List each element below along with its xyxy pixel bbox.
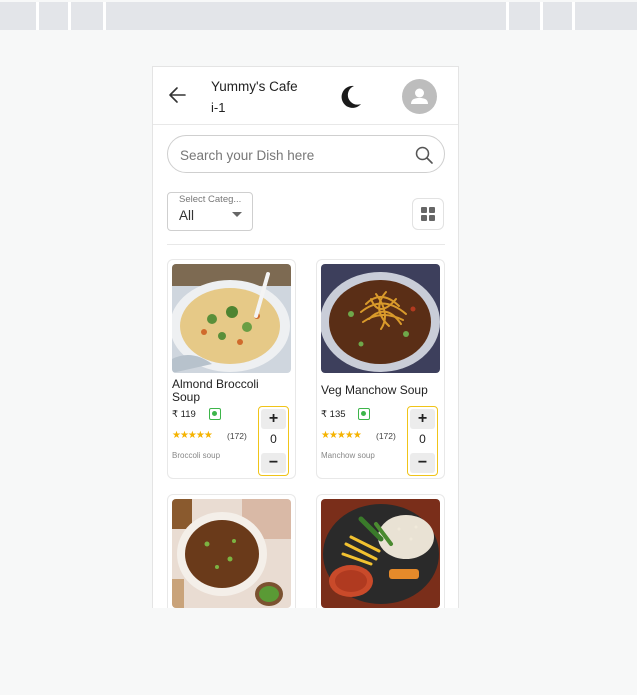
increment-button[interactable]: + bbox=[261, 409, 286, 429]
profile-avatar[interactable] bbox=[402, 79, 437, 114]
tab-divider bbox=[572, 2, 575, 30]
browser-tab-strip bbox=[0, 2, 637, 30]
dish-card[interactable]: Almond Broccoli Soup ₹ 119 ★★★★★ (172) B… bbox=[167, 259, 296, 479]
veg-mark-icon bbox=[209, 408, 221, 420]
category-select[interactable]: Select Categ... All bbox=[167, 192, 253, 231]
table-number: i-1 bbox=[211, 100, 226, 115]
tab-divider bbox=[103, 2, 106, 30]
dish-image-hot-soup bbox=[172, 499, 291, 608]
star-rating: ★★★★★ bbox=[172, 430, 213, 441]
user-icon bbox=[411, 88, 428, 104]
veg-mark-icon bbox=[358, 408, 370, 420]
tab-divider bbox=[506, 2, 509, 30]
decrement-button[interactable]: − bbox=[261, 453, 286, 473]
dish-description: Broccoli soup bbox=[172, 451, 221, 460]
dish-name: Veg Manchow Soup bbox=[321, 383, 428, 397]
dish-card[interactable]: Veg Manchow Soup ₹ 135 ★★★★★ (172) Manch… bbox=[316, 259, 445, 479]
dish-image-manchow-soup bbox=[321, 264, 440, 373]
category-select-label: Select Categ... bbox=[178, 194, 243, 205]
dish-image-sizzler bbox=[321, 499, 440, 608]
star-rating: ★★★★★ bbox=[321, 430, 362, 441]
chevron-down-icon bbox=[232, 212, 242, 217]
dish-card[interactable] bbox=[316, 494, 445, 608]
quantity-value: 0 bbox=[270, 432, 277, 446]
dish-name: Almond Broccoli Soup bbox=[172, 377, 259, 404]
tab-divider bbox=[540, 2, 543, 30]
dish-card[interactable] bbox=[167, 494, 296, 608]
dish-price: ₹ 119 bbox=[172, 409, 196, 420]
app-header: Yummy's Cafe i-1 bbox=[153, 67, 458, 125]
search-icon[interactable] bbox=[414, 145, 434, 165]
dark-mode-toggle[interactable] bbox=[339, 84, 363, 110]
review-count: (172) bbox=[227, 431, 247, 441]
mobile-app-frame: Yummy's Cafe i-1 Select Categ... All bbox=[152, 66, 459, 608]
search-bar bbox=[167, 135, 445, 173]
quantity-stepper: + 0 − bbox=[258, 406, 289, 476]
dish-price: ₹ 135 bbox=[321, 409, 346, 420]
dish-image-broccoli-soup bbox=[172, 264, 291, 373]
tab-divider bbox=[68, 2, 71, 30]
category-select-value: All bbox=[179, 208, 195, 223]
arrow-left-icon bbox=[169, 87, 186, 103]
tab-divider bbox=[36, 2, 39, 30]
dish-description: Manchow soup bbox=[321, 451, 375, 460]
grid-view-button[interactable] bbox=[412, 198, 444, 230]
quantity-value: 0 bbox=[419, 432, 426, 446]
moon-icon bbox=[341, 85, 361, 108]
review-count: (172) bbox=[376, 431, 396, 441]
section-divider bbox=[167, 244, 445, 245]
back-button[interactable] bbox=[167, 84, 189, 106]
increment-button[interactable]: + bbox=[410, 409, 435, 429]
quantity-stepper: + 0 − bbox=[407, 406, 438, 476]
cafe-name: Yummy's Cafe bbox=[211, 79, 298, 94]
decrement-button[interactable]: − bbox=[410, 453, 435, 473]
search-input[interactable] bbox=[180, 144, 405, 166]
